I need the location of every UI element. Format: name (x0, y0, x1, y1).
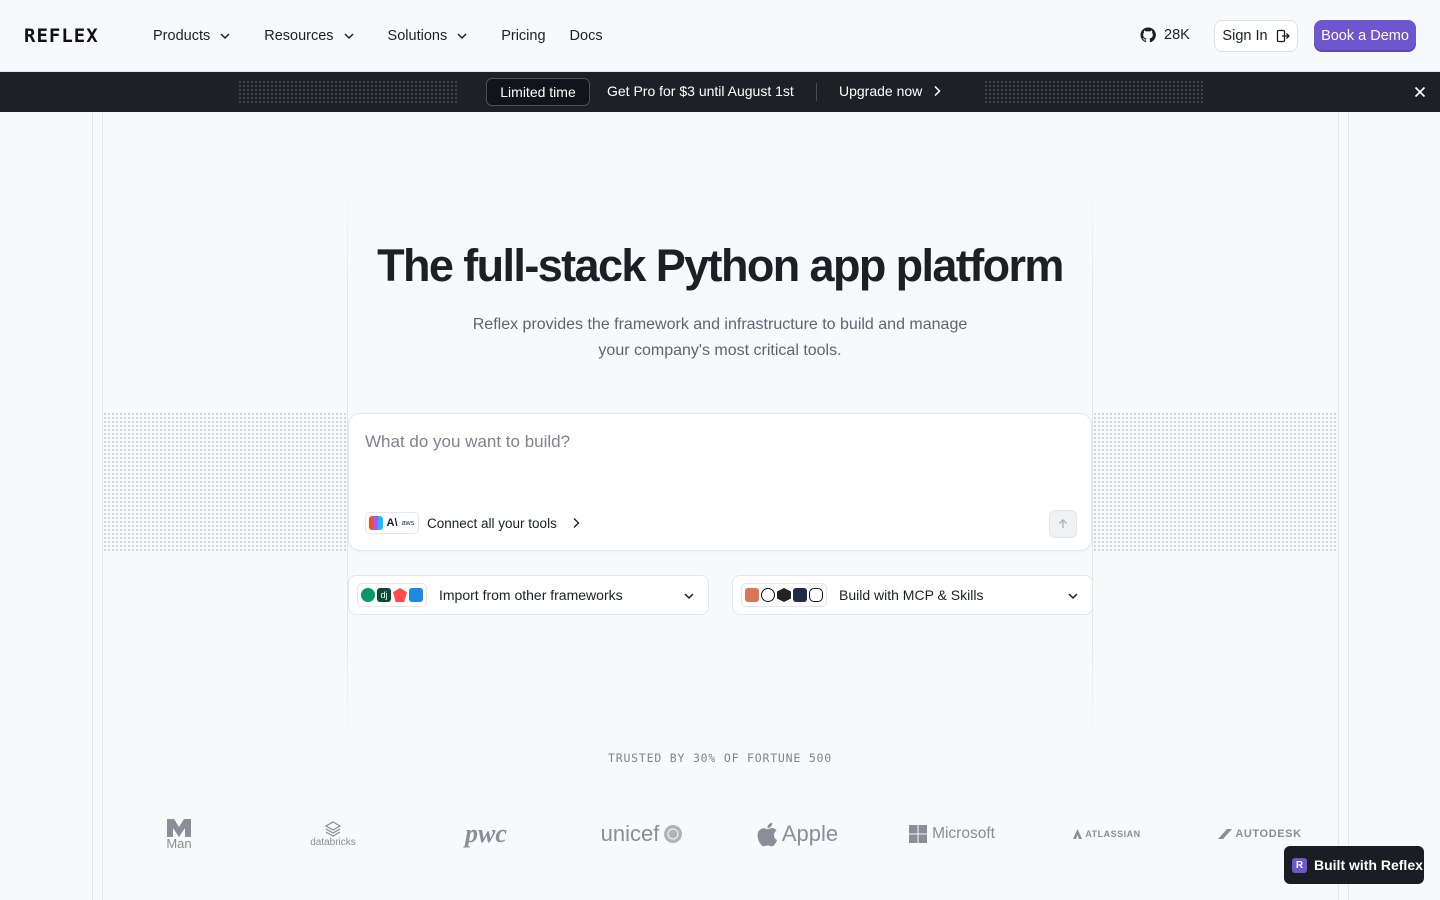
man-m-icon (167, 818, 191, 837)
hero-subtitle-line2: your company's most critical tools. (598, 342, 842, 359)
atlassian-icon (1073, 829, 1083, 839)
apple-logo-text: Apple (781, 821, 839, 846)
chevron-right-icon (573, 518, 580, 528)
man-logo-text: Man (166, 835, 192, 851)
connect-tools-label: Connect all your tools (427, 515, 557, 531)
reflex-r-icon: R (1292, 857, 1307, 873)
sign-in-icon (1276, 29, 1290, 43)
nav-docs-label: Docs (569, 28, 603, 44)
anthropic-icon: A\ (386, 517, 398, 529)
nav-products[interactable]: Products (153, 28, 232, 44)
terminal-icon (793, 588, 807, 602)
chevron-down-icon (684, 593, 694, 600)
unicef-logo-text: unicef (600, 821, 660, 846)
main-nav: Products Resources Solutions Pricing Doc… (153, 0, 627, 72)
atlassian-logo: ATLASSIAN (1072, 812, 1142, 856)
unicef-logo: unicef (596, 812, 688, 856)
pwc-logo-text: pwc (465, 819, 507, 848)
man-logo: Man (150, 812, 208, 856)
tool-icons-group: A\ aws (365, 512, 419, 534)
reflex-logo[interactable]: REFLEX (24, 25, 99, 47)
frame-line (1338, 112, 1339, 900)
github-icon (1140, 27, 1156, 43)
openai-icon (761, 588, 775, 602)
import-frameworks-label: Import from other frameworks (439, 587, 623, 603)
globe-icon (664, 825, 683, 843)
limited-time-badge: Limited time (486, 78, 590, 106)
nav-resources[interactable]: Resources (264, 28, 355, 44)
frame-line (92, 112, 93, 900)
apple-logo: Apple (754, 812, 840, 856)
microsoft-windows-icon (909, 825, 928, 843)
autodesk-icon (1218, 829, 1233, 839)
frame-line (1348, 112, 1349, 900)
nav-docs[interactable]: Docs (570, 28, 603, 44)
dot-grid-left (103, 412, 347, 552)
microsoft-logo-text: Microsoft (932, 825, 995, 842)
sign-in-label: Sign In (1222, 28, 1268, 44)
framework-icons-group: dj (357, 583, 427, 607)
trusted-by-label: TRUSTED BY 30% OF FORTUNE 500 (608, 751, 832, 765)
nav-products-label: Products (153, 28, 211, 44)
figma-icon (369, 516, 383, 530)
github-stars-link[interactable]: 28K (1140, 27, 1190, 43)
banner-divider (816, 83, 817, 101)
pwc-logo: pwc (450, 812, 522, 856)
banner-dot-pattern-left (238, 80, 458, 104)
chevron-down-icon (344, 33, 354, 40)
nav-resources-label: Resources (264, 28, 334, 44)
upgrade-now-link[interactable]: Upgrade now (839, 83, 942, 99)
built-with-label: Built with Reflex (1314, 857, 1423, 873)
upgrade-now-label: Upgrade now (839, 83, 923, 99)
arrow-up-icon (1059, 519, 1067, 528)
top-navbar: REFLEX Products Resources Solutions Pric… (0, 0, 1440, 72)
claude-code-icon (745, 588, 759, 602)
autodesk-logo-text: AUTODESK (1235, 828, 1302, 840)
hero-subtitle-line1: Reflex provides the framework and infras… (472, 316, 968, 333)
hero-subtitle: Reflex provides the framework and infras… (440, 312, 1000, 364)
connect-tools-button[interactable]: A\ aws Connect all your tools (365, 512, 581, 534)
cube-icon (777, 588, 791, 602)
microsoft-logo: Microsoft (906, 812, 998, 856)
sign-in-button[interactable]: Sign In (1214, 20, 1298, 52)
atlassian-logo-text: ATLASSIAN (1085, 829, 1141, 839)
nav-solutions-label: Solutions (387, 28, 448, 44)
dash-icon (409, 588, 423, 602)
promo-banner: Limited time Get Pro for $3 until August… (0, 72, 1440, 112)
databricks-logo-text: databricks (310, 836, 356, 848)
nav-solutions[interactable]: Solutions (388, 28, 470, 44)
fastapi-icon (361, 588, 375, 602)
chevron-down-icon (457, 33, 467, 40)
aws-icon: aws (401, 519, 415, 527)
nav-pricing[interactable]: Pricing (501, 28, 545, 44)
chevron-down-icon (1068, 593, 1078, 600)
book-demo-button[interactable]: Book a Demo (1314, 20, 1416, 52)
build-prompt-box[interactable]: What do you want to build? A\ aws Connec… (348, 413, 1092, 551)
streamlit-icon (393, 588, 407, 602)
databricks-logo: databricks (300, 812, 366, 856)
nav-pricing-label: Pricing (501, 28, 546, 44)
mcp-icons-group (741, 583, 827, 607)
promo-text: Get Pro for $3 until August 1st (607, 83, 794, 99)
chevron-down-icon (220, 33, 230, 40)
mcp-skills-dropdown[interactable]: Build with MCP & Skills (732, 575, 1093, 615)
close-banner-icon[interactable] (1412, 84, 1428, 100)
chevron-right-icon (934, 85, 941, 97)
mcp-skills-label: Build with MCP & Skills (839, 587, 984, 603)
banner-dot-pattern-right (984, 80, 1204, 104)
copilot-icon (809, 588, 823, 602)
hero-title: The full-stack Python app platform (377, 240, 1064, 291)
github-stars-count: 28K (1164, 27, 1190, 43)
databricks-layers-icon (325, 820, 341, 837)
import-frameworks-dropdown[interactable]: dj Import from other frameworks (348, 575, 709, 615)
prompt-input[interactable]: What do you want to build? (365, 432, 570, 452)
apple-icon (757, 822, 777, 847)
built-with-reflex-badge[interactable]: R Built with Reflex (1284, 846, 1424, 884)
django-icon: dj (377, 588, 391, 602)
send-button[interactable] (1049, 510, 1077, 538)
dot-grid-right (1093, 412, 1337, 552)
